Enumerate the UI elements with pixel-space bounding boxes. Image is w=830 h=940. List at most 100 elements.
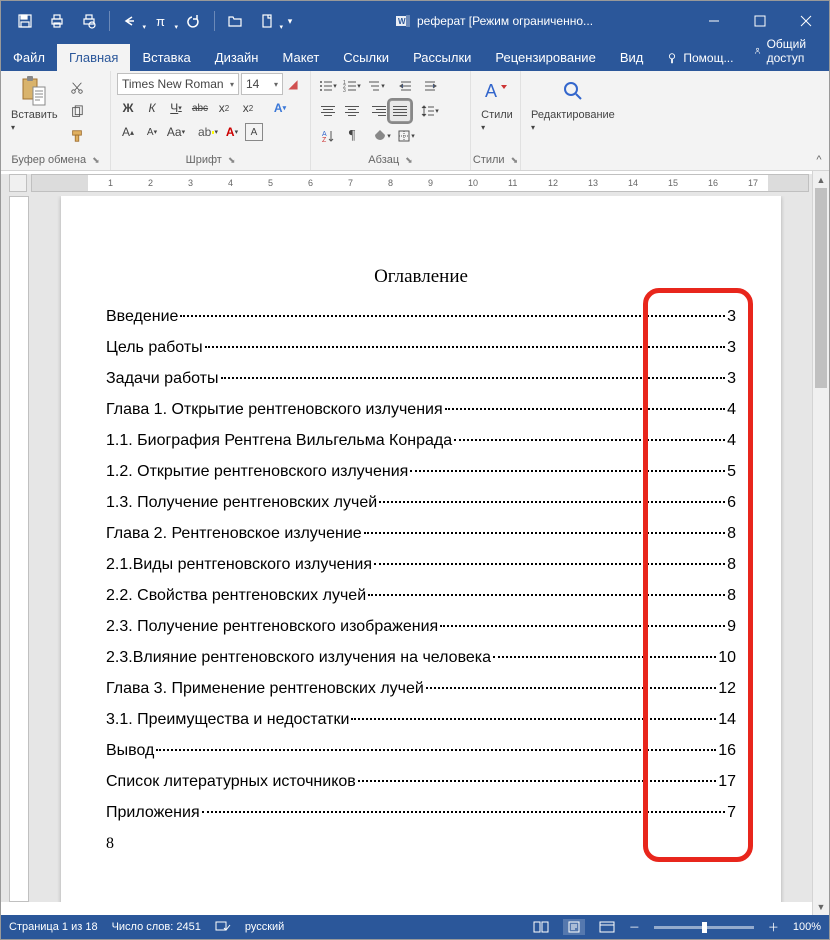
align-left-button[interactable]: [317, 100, 339, 122]
paste-button[interactable]: Вставить▾: [7, 73, 62, 135]
toc-leader: [156, 749, 716, 751]
subscript-button[interactable]: x2: [213, 97, 235, 119]
print-layout-button[interactable]: [563, 919, 585, 935]
open-button[interactable]: [219, 1, 251, 41]
underline-button[interactable]: Ч▾: [165, 97, 187, 119]
font-name-combo[interactable]: Times New Roman▾: [117, 73, 239, 95]
sort-button[interactable]: AZ: [317, 125, 339, 147]
decrease-indent-button[interactable]: [395, 75, 417, 97]
show-marks-button[interactable]: ¶: [341, 125, 363, 147]
minimize-button[interactable]: [691, 1, 737, 41]
char-border-button[interactable]: A: [245, 123, 263, 141]
print-preview-button[interactable]: [73, 1, 105, 41]
highlight-button[interactable]: ab▾: [197, 121, 219, 143]
bullets-button[interactable]: ▾: [317, 75, 339, 97]
text-effects-button[interactable]: A▾: [269, 97, 291, 119]
toc-text: 2.3.Влияние рентгеновского излучения на …: [106, 649, 491, 667]
grow-font-button[interactable]: A▴: [117, 121, 139, 143]
tab-file[interactable]: Файл: [1, 44, 57, 71]
toc-line: 2.2. Свойства рентгеновских лучей8: [106, 587, 736, 605]
italic-button[interactable]: К: [141, 97, 163, 119]
extra-number: 8: [106, 835, 736, 853]
bold-button[interactable]: Ж: [117, 97, 139, 119]
clear-formatting-icon[interactable]: ◢: [285, 73, 301, 95]
toc-page: 3: [727, 339, 736, 357]
scroll-thumb[interactable]: [815, 188, 827, 388]
multilevel-button[interactable]: ▾: [365, 75, 387, 97]
spell-check-icon[interactable]: [215, 921, 231, 933]
read-mode-button[interactable]: [533, 921, 549, 933]
zoom-level[interactable]: 100%: [793, 921, 821, 933]
document-page[interactable]: Оглавление Введение3Цель работы3Задачи р…: [61, 196, 781, 902]
paragraph-launcher[interactable]: ⬊: [405, 155, 413, 166]
align-center-button[interactable]: [341, 100, 363, 122]
align-justify-button[interactable]: [389, 100, 411, 122]
tab-insert[interactable]: Вставка: [130, 44, 202, 71]
word-count[interactable]: Число слов: 2451: [112, 921, 201, 933]
zoom-slider[interactable]: [654, 926, 754, 929]
save-button[interactable]: [9, 1, 41, 41]
cut-button[interactable]: [66, 77, 88, 99]
redo-button[interactable]: [178, 1, 210, 41]
toc-leader: [440, 625, 725, 627]
toc-text: Задачи работы: [106, 370, 219, 388]
shrink-font-button[interactable]: A▾: [141, 121, 163, 143]
styles-launcher[interactable]: ⬊: [511, 155, 519, 166]
horizontal-ruler[interactable]: 1234567891011121314151617: [31, 174, 809, 192]
align-right-button[interactable]: [365, 100, 387, 122]
zoom-out-button[interactable]: －: [629, 919, 640, 935]
language-indicator[interactable]: русский: [245, 921, 284, 933]
statusbar: Страница 1 из 18 Число слов: 2451 русски…: [1, 915, 829, 939]
share-button[interactable]: Общий доступ: [743, 31, 829, 71]
change-case-button[interactable]: Aa▾: [165, 121, 187, 143]
qat-customize[interactable]: ▾: [283, 1, 297, 41]
word-icon: W: [395, 13, 411, 29]
line-spacing-button[interactable]: ▾: [419, 100, 441, 122]
styles-button[interactable]: A Стили▾: [477, 73, 517, 135]
document-title: реферат [Режим ограниченно...: [417, 14, 593, 28]
print-button[interactable]: [41, 1, 73, 41]
toc-text: Глава 3. Применение рентгеновских лучей: [106, 680, 424, 698]
scroll-down-button[interactable]: ▼: [813, 898, 829, 915]
toc-text: 3.1. Преимущества и недостатки: [106, 711, 349, 729]
svg-text:Z: Z: [322, 137, 327, 143]
undo-button[interactable]: ▾: [114, 1, 146, 41]
toc-page: 8: [727, 525, 736, 543]
vertical-ruler[interactable]: [9, 196, 29, 902]
font-color-button[interactable]: A▾: [221, 121, 243, 143]
toc-leader: [368, 594, 725, 596]
tab-review[interactable]: Рецензирование: [483, 44, 607, 71]
superscript-button[interactable]: x2: [237, 97, 259, 119]
collapse-ribbon-button[interactable]: ^: [816, 154, 821, 166]
page-indicator[interactable]: Страница 1 из 18: [9, 921, 98, 933]
web-layout-button[interactable]: [599, 921, 615, 933]
strike-button[interactable]: abc: [189, 97, 211, 119]
zoom-in-button[interactable]: ＋: [768, 919, 779, 935]
tab-mailings[interactable]: Рассылки: [401, 44, 483, 71]
toc-leader: [374, 563, 725, 565]
tab-layout[interactable]: Макет: [270, 44, 331, 71]
shading-button[interactable]: ▾: [371, 125, 393, 147]
tell-me[interactable]: Помощ...: [655, 45, 743, 71]
tab-design[interactable]: Дизайн: [203, 44, 271, 71]
numbering-button[interactable]: 123▾: [341, 75, 363, 97]
equation-button[interactable]: π▾: [146, 1, 178, 41]
scroll-up-button[interactable]: ▲: [813, 171, 829, 188]
quick-access-toolbar: ▾ π▾ ▾ ▾: [1, 1, 297, 41]
toc-page: 14: [718, 711, 736, 729]
toc-page: 3: [727, 370, 736, 388]
copy-button[interactable]: [66, 101, 88, 123]
format-painter-button[interactable]: [66, 125, 88, 147]
increase-indent-button[interactable]: [419, 75, 441, 97]
editing-button[interactable]: Редактирование▾: [527, 73, 619, 135]
font-size-combo[interactable]: 14▾: [241, 73, 283, 95]
borders-button[interactable]: ▾: [395, 125, 417, 147]
new-button[interactable]: ▾: [251, 1, 283, 41]
font-launcher[interactable]: ⬊: [228, 155, 236, 166]
tab-home[interactable]: Главная: [57, 44, 130, 71]
tab-view[interactable]: Вид: [608, 44, 656, 71]
svg-text:A: A: [485, 81, 497, 101]
clipboard-launcher[interactable]: ⬊: [92, 155, 100, 166]
vertical-scrollbar[interactable]: ▲ ▼: [812, 171, 829, 915]
tab-references[interactable]: Ссылки: [331, 44, 401, 71]
